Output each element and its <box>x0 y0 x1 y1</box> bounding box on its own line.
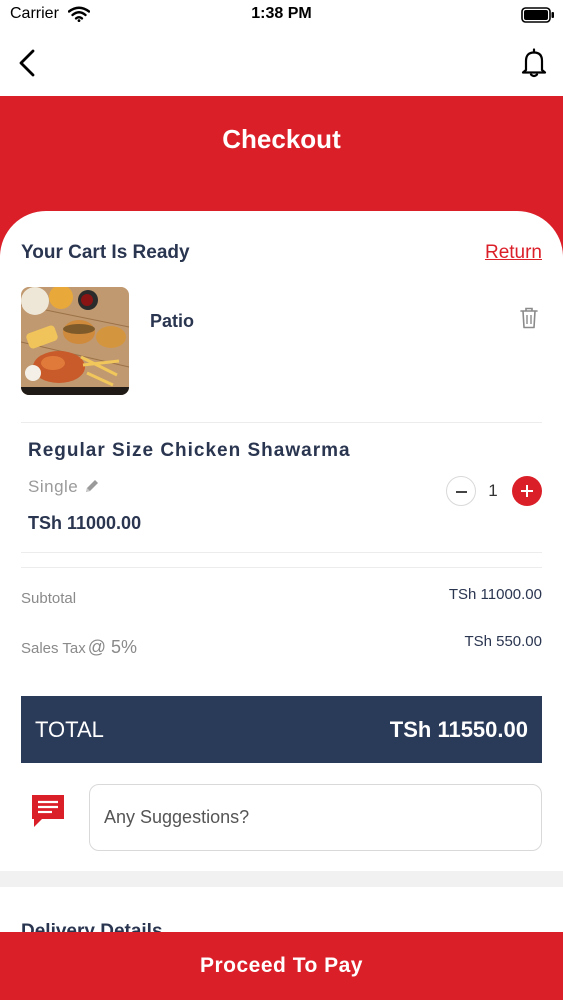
sales-tax-text: Sales Tax <box>21 640 86 657</box>
section-separator <box>0 871 563 887</box>
item-variant: Single <box>28 477 79 496</box>
trash-icon[interactable] <box>520 307 538 334</box>
navigation-bar <box>0 30 563 96</box>
edit-icon[interactable] <box>84 478 100 499</box>
decrease-quantity-button[interactable] <box>446 476 476 506</box>
chat-icon <box>30 793 66 834</box>
return-link[interactable]: Return <box>485 242 542 264</box>
proceed-to-pay-button[interactable]: Proceed To Pay <box>0 932 563 1000</box>
total-value: TSh 11550.00 <box>389 717 528 742</box>
total-label: TOTAL <box>35 717 104 742</box>
bell-icon[interactable] <box>521 48 547 83</box>
suggestions-input[interactable] <box>89 784 542 851</box>
divider <box>21 552 542 553</box>
subtotal-label: Subtotal <box>21 590 77 607</box>
increase-quantity-button[interactable] <box>512 476 542 506</box>
cart-title: Your Cart Is Ready <box>21 242 190 263</box>
battery-icon <box>521 7 555 28</box>
restaurant-thumbnail <box>21 287 129 395</box>
quantity-value: 1 <box>488 481 498 500</box>
divider <box>21 422 542 423</box>
restaurant-name: Patio <box>150 311 195 331</box>
item-name: Regular Size Chicken Shawarma <box>28 440 351 461</box>
sales-tax-label: Sales Tax @ 5% <box>21 637 137 658</box>
status-bar: Carrier 1:38 PM <box>0 0 563 30</box>
back-icon[interactable] <box>16 48 40 83</box>
tax-rate: @ 5% <box>87 637 138 657</box>
subtotal-value: TSh 11000.00 <box>448 586 542 603</box>
item-price: TSh 11000.00 <box>28 513 142 533</box>
clock: 1:38 PM <box>251 5 312 22</box>
divider <box>21 567 542 568</box>
total-bar: TOTAL TSh 11550.00 <box>21 696 542 763</box>
page-title: Checkout <box>222 124 341 154</box>
sales-tax-value: TSh 550.00 <box>464 633 542 650</box>
